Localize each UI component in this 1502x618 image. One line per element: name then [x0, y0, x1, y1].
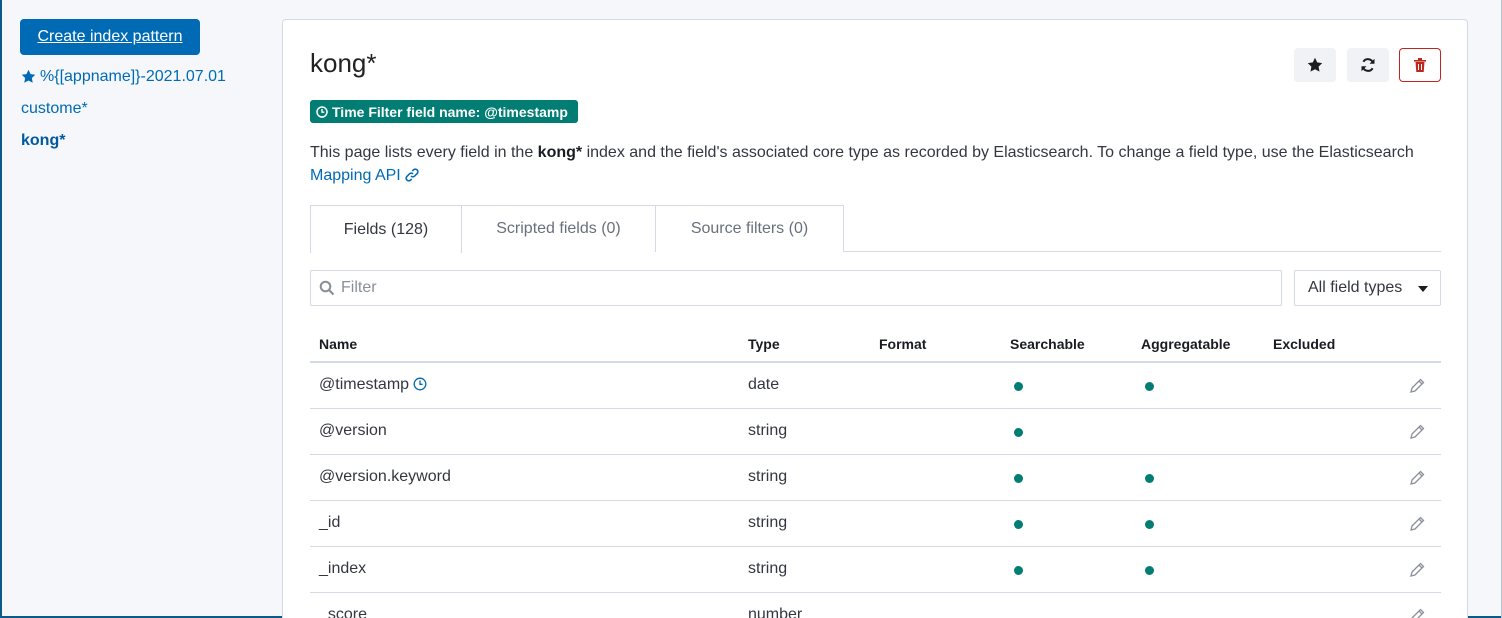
aggregatable-dot — [1145, 566, 1154, 575]
mapping-api-link[interactable]: Mapping API — [310, 167, 419, 184]
column-type[interactable]: Type — [748, 336, 780, 352]
column-format[interactable]: Format — [879, 336, 926, 352]
clock-icon — [316, 105, 328, 118]
table-row: _score number — [310, 593, 1441, 618]
pencil-icon[interactable] — [1408, 377, 1426, 395]
refresh-icon — [1361, 58, 1375, 72]
trash-icon — [1414, 58, 1426, 72]
field-type-select-value: All field types — [1308, 279, 1403, 296]
star-icon — [21, 69, 36, 83]
chevron-down-icon — [1418, 286, 1428, 292]
search-icon — [319, 280, 335, 296]
page-title: kong* — [310, 48, 377, 78]
column-aggregatable[interactable]: Aggregatable — [1141, 336, 1230, 352]
field-type: string — [748, 468, 788, 485]
field-name: _id — [319, 514, 341, 531]
star-icon — [1307, 57, 1323, 72]
filter-input[interactable] — [341, 279, 1241, 297]
sidebar-item-label: custome* — [21, 100, 88, 117]
pencil-icon[interactable] — [1408, 561, 1426, 579]
tab-fields[interactable]: Fields (128) — [310, 205, 462, 253]
field-type: string — [748, 560, 788, 577]
field-name: _score — [319, 606, 368, 618]
pencil-icon[interactable] — [1408, 607, 1426, 618]
pencil-icon[interactable] — [1408, 515, 1426, 533]
refresh-fields-button[interactable] — [1347, 48, 1389, 82]
filter-box — [310, 270, 1282, 306]
set-default-button[interactable] — [1294, 48, 1336, 82]
aggregatable-dot — [1145, 520, 1154, 529]
delete-index-pattern-button[interactable] — [1399, 48, 1441, 82]
column-name[interactable]: Name — [319, 336, 357, 352]
field-type: number — [748, 606, 803, 618]
mapping-api-link-label: Mapping API — [310, 167, 401, 184]
aggregatable-dot — [1145, 474, 1154, 483]
description-pattern: kong* — [537, 144, 583, 161]
table-row: _id string — [310, 501, 1441, 547]
link-icon — [405, 168, 419, 182]
field-type: date — [748, 376, 780, 393]
tab-scripted-fields[interactable]: Scripted fields (0) — [461, 205, 656, 252]
field-type: string — [748, 514, 788, 531]
field-name: @version — [319, 422, 387, 439]
table-row: @timestamp date — [310, 363, 1441, 409]
aggregatable-dot — [1145, 382, 1154, 391]
sidebar-item-kong[interactable]: kong* — [21, 130, 226, 162]
description-text-before: This page lists every field in the — [310, 144, 538, 161]
time-filter-text: Time Filter field name: @timestamp — [332, 103, 568, 120]
field-name: @version.keyword — [319, 468, 451, 485]
page-description: This page lists every field in the kong*… — [310, 141, 1450, 187]
table-header: Name Type Format Searchable Aggregatable… — [310, 326, 1441, 363]
field-name: _index — [319, 560, 367, 577]
pencil-icon[interactable] — [1408, 423, 1426, 441]
searchable-dot — [1014, 428, 1023, 437]
index-pattern-list: %{[appname]}-2021.07.01 custome* kong* — [21, 66, 226, 162]
clock-icon — [413, 377, 427, 391]
sidebar-item-custome[interactable]: custome* — [21, 98, 226, 130]
sidebar-item-label: %{[appname]}-2021.07.01 — [40, 68, 226, 85]
description-text-after: index and the field's associated core ty… — [582, 144, 1414, 161]
pencil-icon[interactable] — [1408, 469, 1426, 487]
time-filter-badge: Time Filter field name: @timestamp — [310, 100, 578, 123]
field-name: @timestamp — [319, 376, 410, 393]
searchable-dot — [1014, 474, 1023, 483]
create-index-pattern-button[interactable]: Create index pattern — [20, 19, 200, 55]
column-excluded[interactable]: Excluded — [1273, 336, 1335, 352]
searchable-dot — [1014, 520, 1023, 529]
index-pattern-panel: kong* Time Filter field name: @timestamp… — [282, 19, 1468, 618]
field-name-cell: @timestamp — [319, 376, 427, 394]
field-type: string — [748, 422, 788, 439]
sidebar: Create index pattern %{[appname]}-2021.0… — [2, 0, 262, 616]
searchable-dot — [1014, 566, 1023, 575]
fields-table: Name Type Format Searchable Aggregatable… — [310, 326, 1441, 618]
searchable-dot — [1014, 382, 1023, 391]
tab-source-filters[interactable]: Source filters (0) — [655, 205, 844, 252]
column-searchable[interactable]: Searchable — [1010, 336, 1085, 352]
table-row: @version.keyword string — [310, 455, 1441, 501]
table-row: _index string — [310, 547, 1441, 593]
field-tabs: Fields (128) Scripted fields (0) Source … — [310, 205, 1441, 253]
sidebar-item-appname[interactable]: %{[appname]}-2021.07.01 — [21, 66, 226, 98]
field-type-select[interactable]: All field types — [1294, 270, 1441, 306]
sidebar-item-label: kong* — [21, 132, 66, 149]
table-row: @version string — [310, 409, 1441, 455]
